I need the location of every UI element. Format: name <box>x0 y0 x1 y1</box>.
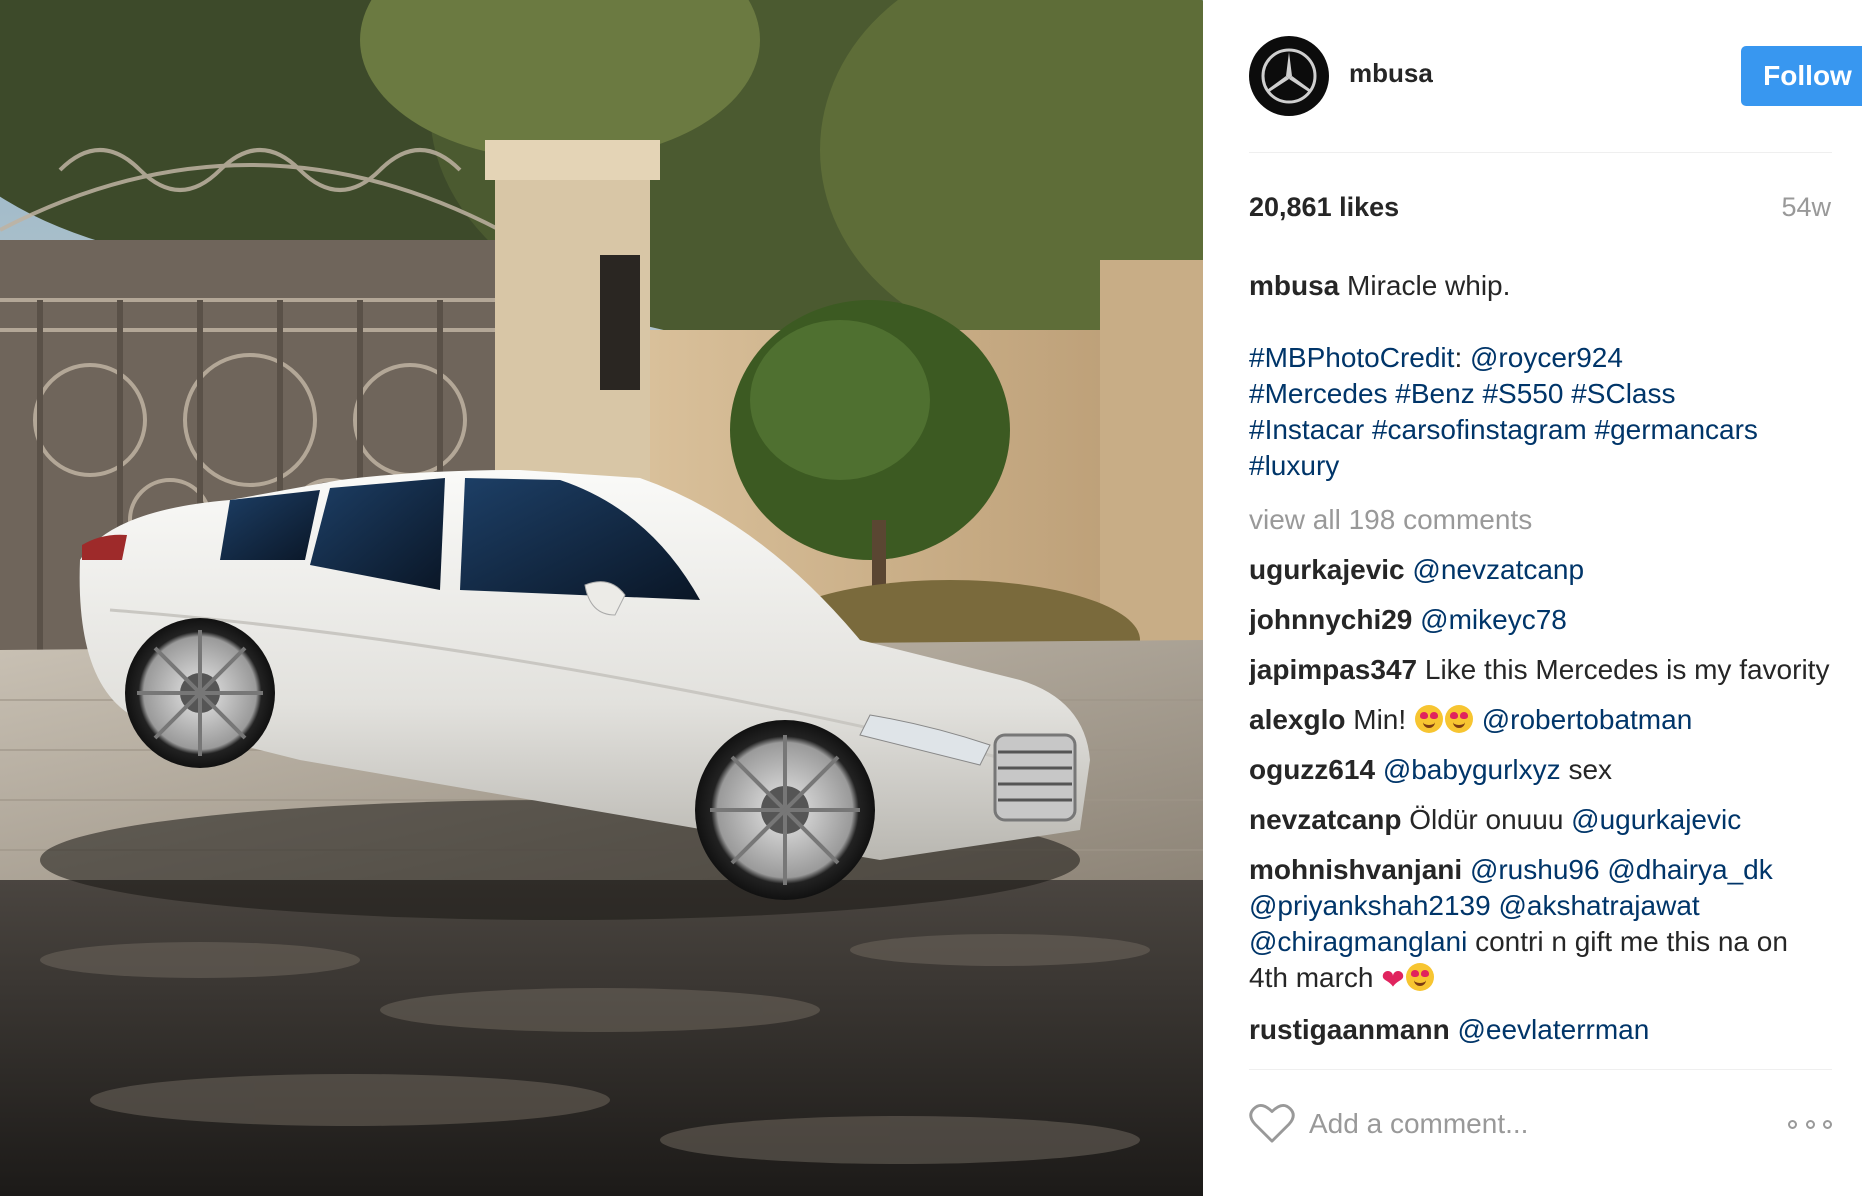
mention-link[interactable]: @mikeyc78 <box>1420 604 1567 635</box>
hashtag-line: #MBPhotoCredit: @roycer924 <box>1249 340 1834 376</box>
instagram-post: mbusa Follow 20,861 likes 54w mbusa Mira… <box>0 0 1862 1196</box>
comment-username[interactable]: johnnychi29 <box>1249 604 1412 635</box>
post-details-panel: mbusa Follow 20,861 likes 54w mbusa Mira… <box>1203 0 1862 1196</box>
caption-username[interactable]: mbusa <box>1249 270 1339 301</box>
colon: : <box>1454 342 1463 373</box>
add-comment-input[interactable] <box>1309 1104 1729 1144</box>
hashtag[interactable]: #luxury <box>1249 450 1339 481</box>
comment-item: ugurkajevic @nevzatcanp <box>1249 552 1834 588</box>
red-heart-emoji-icon: ❤ <box>1381 964 1405 995</box>
heart-outline-icon[interactable] <box>1249 1102 1295 1144</box>
caption-text: Miracle whip. <box>1347 270 1511 301</box>
post-caption: mbusa Miracle whip. #MBPhotoCredit: @roy… <box>1249 268 1834 484</box>
comment-item: japimpas347 Like this Mercedes is my fav… <box>1249 652 1834 688</box>
comment-username[interactable]: mohnishvanjani <box>1249 854 1462 885</box>
comment-username[interactable]: oguzz614 <box>1249 754 1375 785</box>
mention-link[interactable]: @chiragmanglani <box>1249 926 1467 957</box>
mention-link[interactable]: @akshatrajawat <box>1498 890 1699 921</box>
post-author-username[interactable]: mbusa <box>1349 58 1433 89</box>
comment-item: rustigaanmann @eevlaterrman <box>1249 1012 1834 1048</box>
comment-text: Min! <box>1353 704 1407 735</box>
mention-link[interactable]: @robertobatman <box>1482 704 1693 735</box>
mercedes-star-logo-icon <box>1261 48 1317 104</box>
comment-text: Öldür onuuu <box>1409 804 1564 835</box>
post-age[interactable]: 54w <box>1781 192 1831 223</box>
heart-eyes-emoji-icon <box>1405 963 1434 991</box>
comment-item: mohnishvanjani @rushu96 @dhairya_dk @pri… <box>1249 852 1834 998</box>
hashtag[interactable]: #SClass <box>1571 378 1675 409</box>
comment-item: johnnychi29 @mikeyc78 <box>1249 602 1834 638</box>
post-header: mbusa Follow <box>1249 36 1862 116</box>
mention-link[interactable]: @nevzatcanp <box>1412 554 1584 585</box>
comment-username[interactable]: nevzatcanp <box>1249 804 1402 835</box>
hashtag-line: #Mercedes #Benz #S550 #SClass <box>1249 376 1834 412</box>
caption-hashtags: #MBPhotoCredit: @roycer924 #Mercedes #Be… <box>1249 340 1834 484</box>
comment-text: Like this Mercedes is my favority <box>1424 654 1830 685</box>
hashtag-line: #luxury <box>1249 448 1834 484</box>
comment-username[interactable]: ugurkajevic <box>1249 554 1405 585</box>
dot <box>1805 1119 1815 1129</box>
avatar[interactable] <box>1249 36 1329 116</box>
hashtag[interactable]: #Benz <box>1395 378 1474 409</box>
follow-button[interactable]: Follow <box>1741 46 1862 106</box>
heart-eyes-emoji-icon <box>1414 705 1443 733</box>
post-photo[interactable] <box>0 0 1203 1196</box>
add-comment-bar <box>1249 1098 1832 1158</box>
view-all-comments-link[interactable]: view all 198 comments <box>1249 502 1834 538</box>
hashtag[interactable]: #carsofinstagram <box>1372 414 1587 445</box>
comment-item: alexglo Min! @robertobatman <box>1249 702 1834 738</box>
hashtag-line: #Instacar #carsofinstagram #germancars <box>1249 412 1834 448</box>
mention-link[interactable]: @dhairya_dk <box>1607 854 1772 885</box>
dot <box>1788 1119 1797 1129</box>
comment-item: oguzz614 @babygurlxyz sex <box>1249 752 1834 788</box>
hashtag[interactable]: #Instacar <box>1249 414 1364 445</box>
mention-link[interactable]: @eevlaterrman <box>1457 1014 1649 1045</box>
comments-list: mbusa Miracle whip. #MBPhotoCredit: @roy… <box>1249 268 1834 1068</box>
likes-count[interactable]: 20,861 likes <box>1249 192 1399 223</box>
comment-username[interactable]: japimpas347 <box>1249 654 1417 685</box>
mention-link[interactable]: @ugurkajevic <box>1571 804 1741 835</box>
white-mercedes-sedan-photo <box>0 0 1203 1196</box>
header-divider <box>1249 152 1832 153</box>
hashtag[interactable]: #Mercedes <box>1249 378 1388 409</box>
mention-link[interactable]: @babygurlxyz <box>1383 754 1561 785</box>
hashtag[interactable]: #MBPhotoCredit <box>1249 342 1454 373</box>
mention-link[interactable]: @roycer924 <box>1470 342 1623 373</box>
mention-link[interactable]: @rushu96 <box>1470 854 1600 885</box>
ellipsis-icon[interactable] <box>1788 1112 1832 1136</box>
comment-username[interactable]: rustigaanmann <box>1249 1014 1450 1045</box>
comments-divider <box>1249 1069 1832 1070</box>
comment-text: sex <box>1568 754 1613 785</box>
comment-item: nevzatcanp Öldür onuuu @ugurkajevic <box>1249 802 1834 838</box>
comment-username[interactable]: alexglo <box>1249 704 1345 735</box>
dot <box>1823 1119 1832 1129</box>
hashtag[interactable]: #germancars <box>1595 414 1758 445</box>
mention-link[interactable]: @priyankshah2139 <box>1249 890 1491 921</box>
heart-eyes-emoji-icon <box>1444 705 1473 733</box>
hashtag[interactable]: #S550 <box>1482 378 1563 409</box>
